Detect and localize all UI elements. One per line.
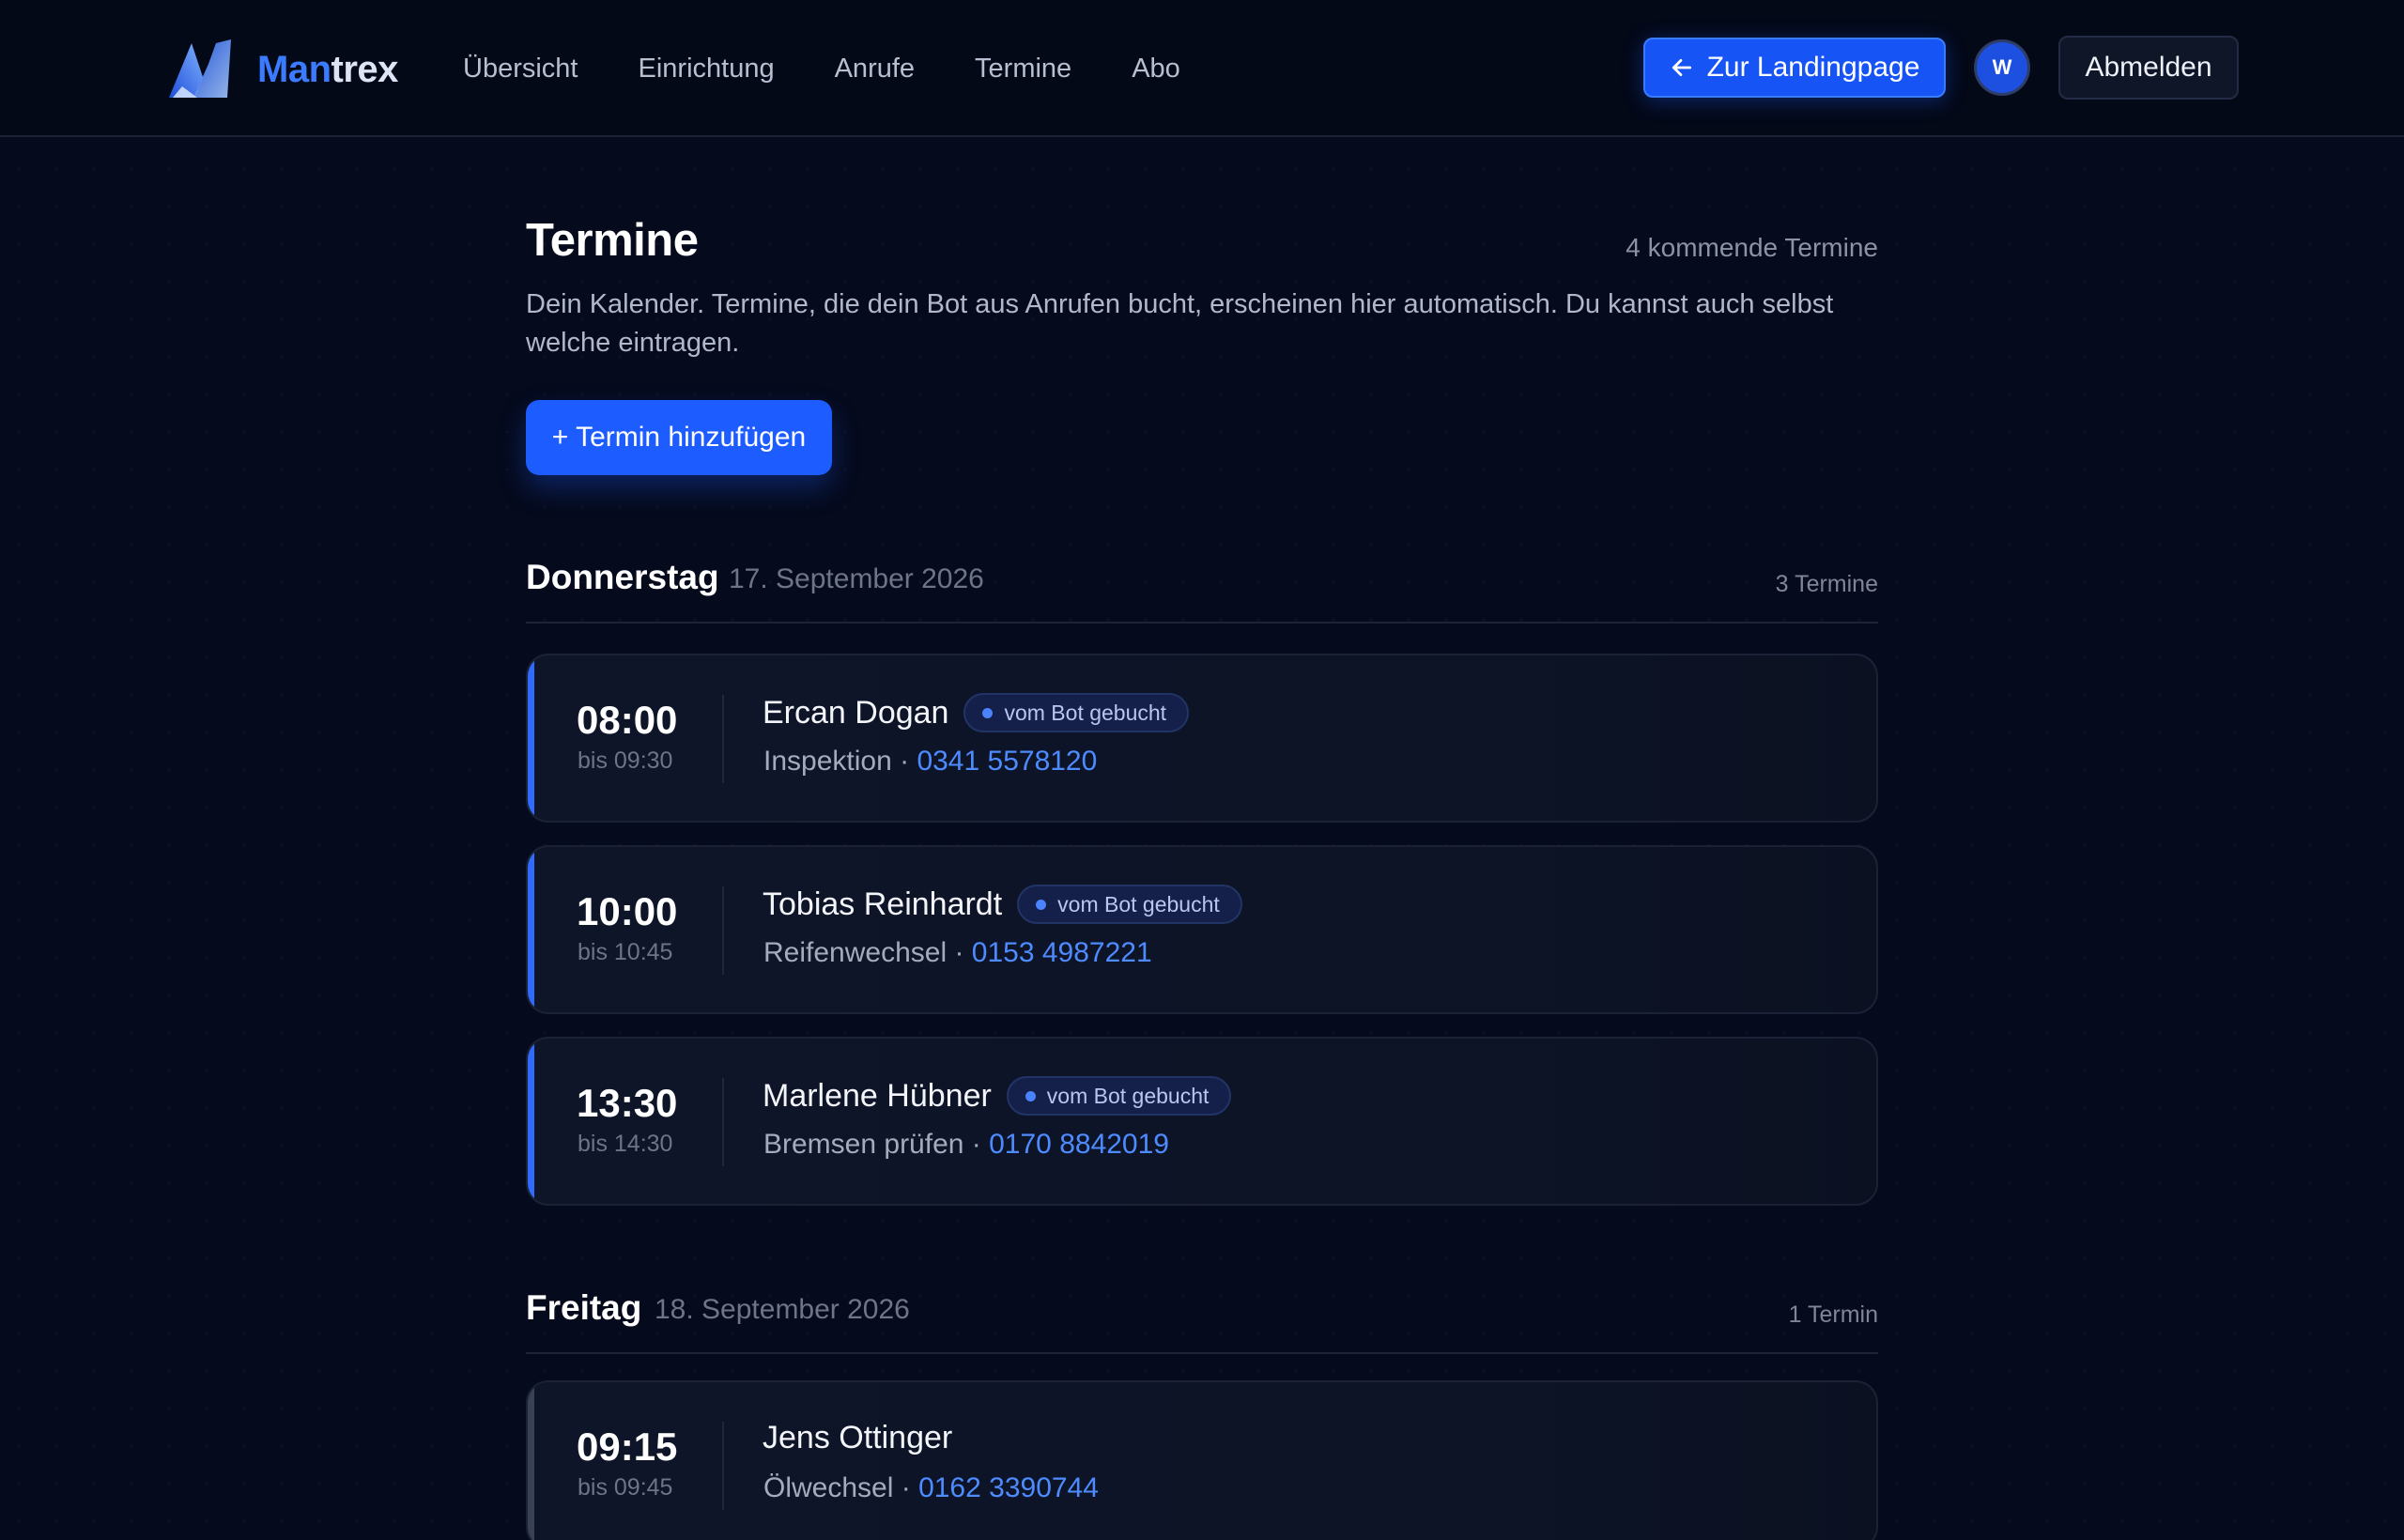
service-name: Bremsen prüfen bbox=[763, 1129, 964, 1160]
service-name: Inspektion bbox=[763, 746, 892, 777]
service-name: Reifenwechsel bbox=[763, 937, 948, 968]
nav-item-anrufe[interactable]: Anrufe bbox=[835, 45, 915, 92]
appointment-start-time: 13:30 bbox=[577, 1081, 678, 1125]
day-header: Freitag 18. September 2026 1 Termin bbox=[526, 1288, 1878, 1354]
dot-icon bbox=[1025, 1090, 1036, 1101]
nav-item-abo[interactable]: Abo bbox=[1132, 45, 1180, 92]
phone-link[interactable]: 0162 3390744 bbox=[918, 1472, 1099, 1503]
appointment-detail: Inspektion · 0341 5578120 bbox=[763, 746, 1097, 778]
bot-booked-badge: vom Bot gebucht bbox=[1006, 1076, 1232, 1116]
bot-booked-badge: vom Bot gebucht bbox=[1017, 885, 1242, 924]
detail-separator: · bbox=[893, 1472, 919, 1503]
user-avatar[interactable]: W bbox=[1974, 39, 2030, 96]
appointment-start-time: 08:00 bbox=[577, 698, 678, 742]
add-appointment-button[interactable]: + Termin hinzufügen bbox=[526, 400, 832, 475]
detail-separator: · bbox=[963, 1129, 990, 1160]
bot-booked-stripe bbox=[528, 847, 534, 1012]
appointment-card[interactable]: 13:30 bis 14:30 Marlene Hübner vom Bot g… bbox=[526, 1037, 1878, 1206]
bot-booked-stripe bbox=[528, 1039, 534, 1204]
upcoming-count: 4 kommende Termine bbox=[1626, 233, 1878, 262]
appointment-card[interactable]: 08:00 bis 09:30 Ercan Dogan vom Bot gebu… bbox=[526, 654, 1878, 823]
divider bbox=[722, 695, 724, 783]
mantrex-logo-icon bbox=[169, 39, 231, 98]
logout-button[interactable]: Abmelden bbox=[2058, 36, 2239, 100]
main-nav: Übersicht Einrichtung Anrufe Termine Abo bbox=[463, 45, 1180, 92]
appointment-detail: Ölwechsel · 0162 3390744 bbox=[763, 1472, 1099, 1504]
day-name: Donnerstag bbox=[526, 558, 719, 596]
phone-link[interactable]: 0153 4987221 bbox=[972, 937, 1152, 968]
appointment-name-row: Ercan Dogan vom Bot gebucht bbox=[763, 693, 1190, 732]
appointment-name-row: Jens Ottinger bbox=[763, 1420, 952, 1456]
appointment-end-time: bis 09:30 bbox=[578, 747, 673, 774]
customer-name: Jens Ottinger bbox=[763, 1420, 953, 1455]
divider bbox=[722, 1422, 724, 1510]
divider bbox=[722, 886, 724, 975]
service-name: Ölwechsel bbox=[763, 1472, 894, 1503]
appointment-end-time: bis 09:45 bbox=[578, 1474, 673, 1501]
appointment-card[interactable]: 10:00 bis 10:45 Tobias Reinhardt vom Bot… bbox=[526, 845, 1878, 1014]
customer-name: Ercan Dogan bbox=[763, 694, 949, 731]
nav-item-einrichtung[interactable]: Einrichtung bbox=[639, 45, 775, 92]
page-title: Termine bbox=[526, 215, 699, 266]
customer-name: Tobias Reinhardt bbox=[763, 886, 1003, 922]
nav-item-termine[interactable]: Termine bbox=[975, 45, 1071, 92]
appointment-end-time: bis 14:30 bbox=[578, 1131, 673, 1157]
appointment-detail: Reifenwechsel · 0153 4987221 bbox=[763, 937, 1152, 969]
appointment-name-row: Tobias Reinhardt vom Bot gebucht bbox=[763, 885, 1242, 924]
arrow-left-icon bbox=[1672, 59, 1691, 76]
brand-logo[interactable]: Mantrex bbox=[165, 36, 398, 103]
phone-link[interactable]: 0170 8842019 bbox=[989, 1129, 1169, 1160]
top-navigation-bar: Mantrex Übersicht Einrichtung Anrufe Ter… bbox=[0, 0, 2404, 137]
brand-name: Mantrex bbox=[257, 49, 398, 90]
nav-item-uebersicht[interactable]: Übersicht bbox=[463, 45, 578, 92]
dot-icon bbox=[1036, 899, 1047, 910]
detail-separator: · bbox=[947, 937, 972, 968]
appointment-detail: Bremsen prüfen · 0170 8842019 bbox=[763, 1129, 1169, 1161]
bot-booked-stripe bbox=[528, 655, 534, 821]
badge-label: vom Bot gebucht bbox=[1004, 700, 1167, 725]
appointment-end-time: bis 10:45 bbox=[578, 939, 673, 965]
manual-stripe bbox=[528, 1382, 534, 1540]
appointment-card[interactable]: 09:15 bis 09:45 Jens Ottinger Ölwechsel … bbox=[526, 1380, 1878, 1540]
day-date: 17. September 2026 bbox=[729, 563, 984, 594]
badge-label: vom Bot gebucht bbox=[1057, 891, 1220, 916]
day-date: 18. September 2026 bbox=[655, 1294, 910, 1325]
appointment-name-row: Marlene Hübner vom Bot gebucht bbox=[763, 1076, 1232, 1116]
divider bbox=[722, 1078, 724, 1166]
landing-page-button[interactable]: Zur Landingpage bbox=[1643, 38, 1946, 98]
landing-page-button-label: Zur Landingpage bbox=[1706, 52, 1920, 83]
appointment-start-time: 10:00 bbox=[577, 889, 678, 933]
detail-separator: · bbox=[891, 746, 917, 777]
day-name: Freitag bbox=[526, 1288, 642, 1327]
page-intro: Dein Kalender. Termine, die dein Bot aus… bbox=[526, 289, 1834, 358]
bot-booked-badge: vom Bot gebucht bbox=[963, 693, 1190, 732]
day-header: Donnerstag 17. September 2026 3 Termine bbox=[526, 558, 1878, 624]
phone-link[interactable]: 0341 5578120 bbox=[917, 746, 1097, 777]
badge-label: vom Bot gebucht bbox=[1046, 1083, 1210, 1108]
day-appointment-count: 1 Termin bbox=[1788, 1301, 1878, 1328]
customer-name: Marlene Hübner bbox=[763, 1077, 992, 1114]
dot-icon bbox=[982, 707, 994, 718]
day-appointment-count: 3 Termine bbox=[1775, 571, 1878, 597]
appointment-start-time: 09:15 bbox=[577, 1424, 678, 1469]
